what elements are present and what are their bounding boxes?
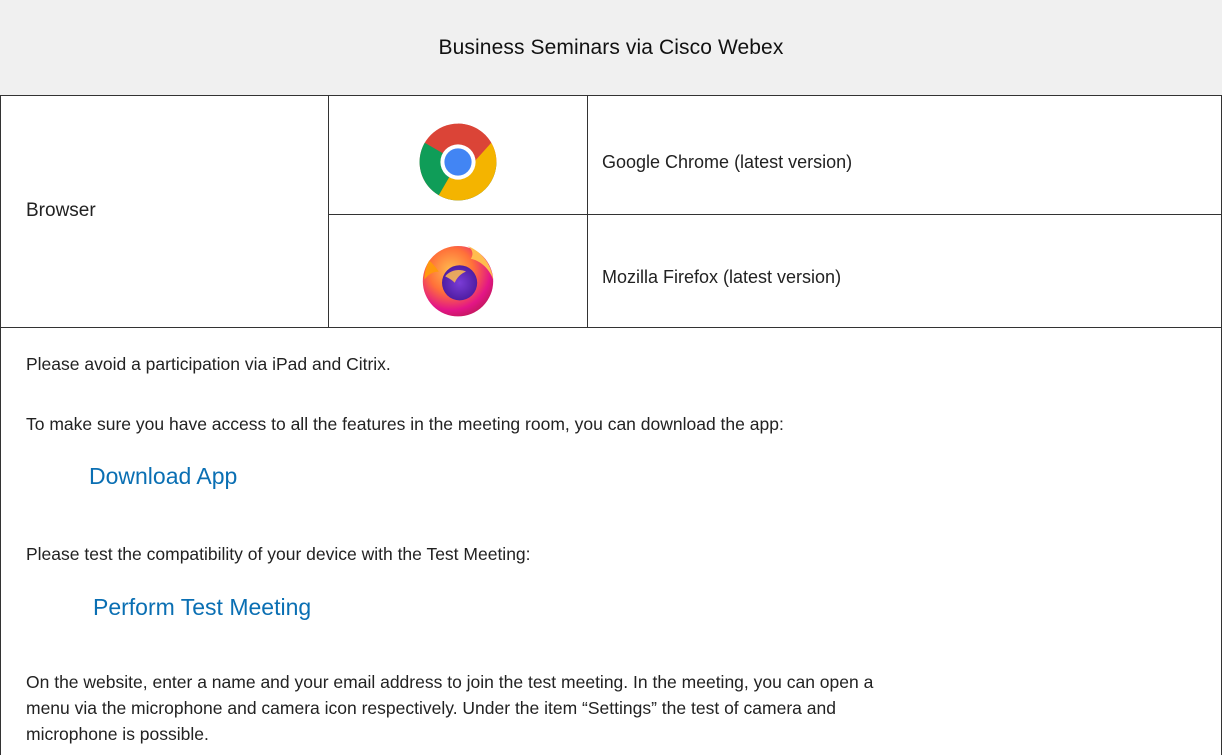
download-app-link[interactable]: Download App [89, 463, 237, 490]
download-intro-text: To make sure you have access to all the … [26, 414, 784, 434]
table-header: Business Seminars via Cisco Webex [0, 0, 1222, 96]
test-intro-text: Please test the compatibility of your de… [26, 544, 531, 564]
column-divider [328, 96, 329, 327]
avoid-notice: Please avoid a participation via iPad an… [26, 354, 391, 374]
perform-test-meeting-link[interactable]: Perform Test Meeting [93, 594, 311, 621]
browser-name-chrome: Google Chrome (latest version) [602, 152, 853, 172]
browser-name-firefox: Mozilla Firefox (latest version) [602, 267, 842, 287]
browser-label: Browser [26, 200, 96, 221]
firefox-logo-icon [422, 246, 494, 317]
instructions-line-3: microphone is possible. [26, 724, 209, 744]
chrome-logo-icon [419, 123, 497, 201]
browser-requirements-section: Browser Google Chrome (latest version) M… [0, 96, 1222, 328]
instructions-line-2: menu via the microphone and camera icon … [26, 698, 836, 718]
column-divider [587, 96, 588, 327]
instructions-line-1: On the website, enter a name and your em… [26, 672, 874, 692]
page-title: Business Seminars via Cisco Webex [438, 35, 784, 59]
row-divider [328, 214, 1222, 215]
